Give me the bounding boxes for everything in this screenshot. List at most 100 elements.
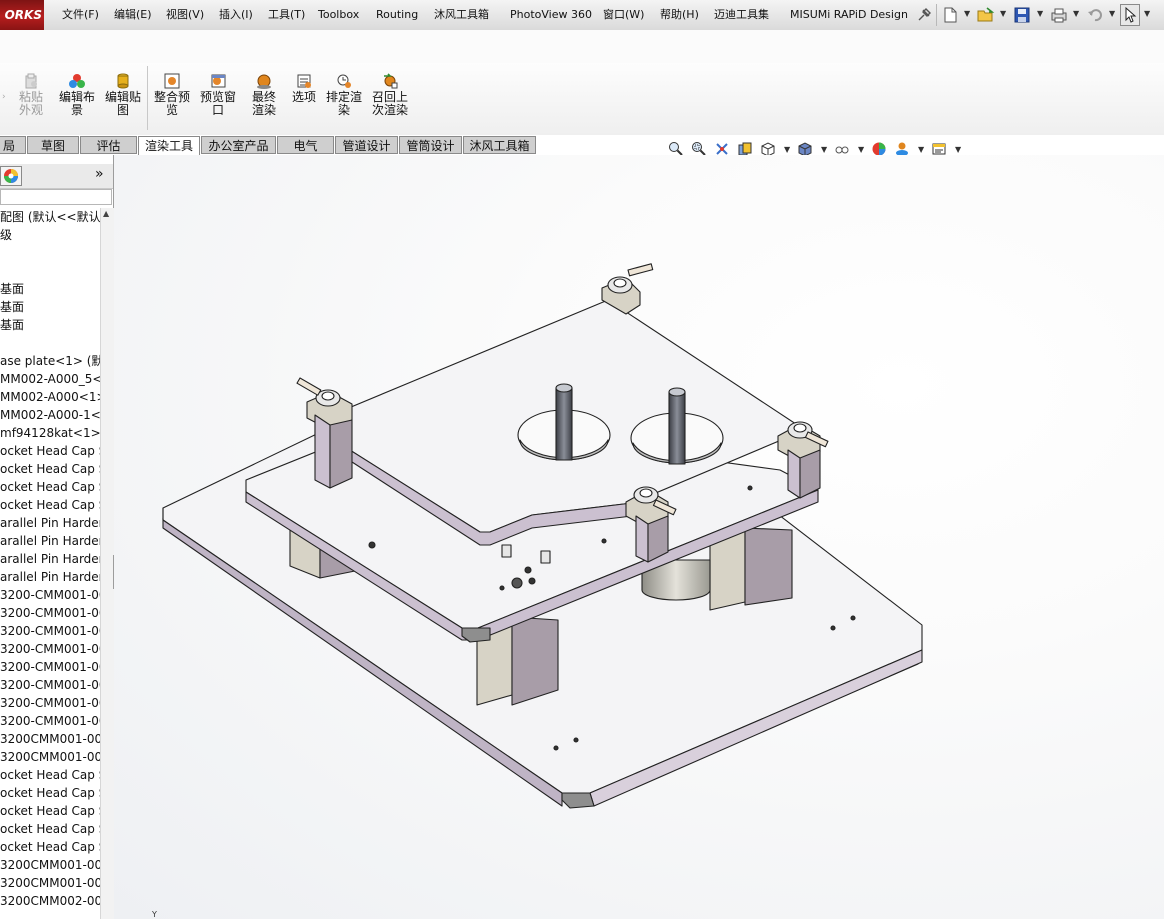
tree-item[interactable]: 基面 bbox=[0, 280, 24, 298]
preview-window-button[interactable]: 预览窗口 bbox=[198, 72, 238, 117]
tree-item[interactable]: mf94128kat<1> ( bbox=[0, 424, 100, 442]
tree-item[interactable]: 3200CMM001-00 bbox=[0, 856, 100, 874]
scroll-up-icon[interactable]: ▲ bbox=[103, 209, 109, 218]
tree-item[interactable]: 3200CMM001-00 bbox=[0, 748, 100, 766]
tree-item[interactable]: ocket Head Cap S bbox=[0, 766, 100, 784]
model-view[interactable]: Y bbox=[114, 155, 1164, 919]
tree-item[interactable]: MM002-A000-1< bbox=[0, 406, 100, 424]
save-icon[interactable] bbox=[1013, 6, 1031, 24]
menu-help[interactable]: 帮助(H) bbox=[660, 0, 699, 30]
edit-decal-button[interactable]: 编辑贴图 bbox=[103, 72, 143, 117]
tree-item[interactable]: ocket Head Cap S bbox=[0, 460, 100, 478]
tree-item[interactable]: 3200CMM001-00 bbox=[0, 874, 100, 892]
tree-filter-input[interactable] bbox=[0, 189, 112, 205]
tree-item[interactable]: ocket Head Cap S bbox=[0, 442, 100, 460]
tree-item[interactable]: 3200CMM002-00 bbox=[0, 892, 100, 910]
tree-item[interactable]: ocket Head Cap S bbox=[0, 478, 100, 496]
menu-misumi[interactable]: MISUMi RAPiD Design bbox=[790, 0, 908, 30]
graphics-area[interactable]: Y bbox=[114, 155, 1164, 919]
tab-office-products[interactable]: 办公室产品 bbox=[201, 136, 276, 154]
tab-layout[interactable]: 局 bbox=[0, 136, 26, 154]
recall-last-render-button[interactable]: 召回上次渲染 bbox=[368, 72, 412, 117]
tree-item[interactable]: 3200CMM001-00 bbox=[0, 730, 100, 748]
schedule-render-button[interactable]: 排定渲染 bbox=[323, 72, 365, 117]
tree-item[interactable]: 3200-CMM001-00 bbox=[0, 712, 100, 730]
locating-pin bbox=[501, 544, 512, 558]
tree-item[interactable]: arallel Pin Harder bbox=[0, 550, 100, 568]
print-icon[interactable] bbox=[1050, 6, 1068, 24]
tab-sketch[interactable]: 草图 bbox=[27, 136, 79, 154]
tree-item[interactable]: 基面 bbox=[0, 316, 24, 334]
tab-mufeng-toolbox[interactable]: 沐风工具箱 bbox=[463, 136, 536, 154]
undo-icon[interactable] bbox=[1086, 6, 1104, 24]
expand-tabs-button[interactable]: » bbox=[95, 166, 104, 182]
ribbon-overflow-arrow[interactable]: › bbox=[2, 92, 6, 102]
tree-item[interactable]: MM002-A000<1> bbox=[0, 388, 100, 406]
display-style-dropdown-icon[interactable]: ▼ bbox=[821, 145, 827, 154]
tree-item[interactable]: ocket Head Cap S bbox=[0, 820, 100, 838]
tree-item[interactable]: 3200-CMM001-00 bbox=[0, 676, 100, 694]
tab-piping[interactable]: 管道设计 bbox=[335, 136, 398, 154]
menu-routing[interactable]: Routing bbox=[376, 0, 418, 30]
tree-item[interactable]: 3200-CMM001-00 bbox=[0, 694, 100, 712]
menu-photoview[interactable]: PhotoView 360 bbox=[510, 0, 592, 30]
tab-electrical[interactable]: 电气 bbox=[277, 136, 334, 154]
tree-item[interactable]: 3200-CMM001-00 bbox=[0, 586, 100, 604]
apply-scene-dropdown-icon[interactable]: ▼ bbox=[918, 145, 924, 154]
menu-edit[interactable]: 编辑(E) bbox=[114, 0, 152, 30]
open-dropdown-icon[interactable]: ▼ bbox=[1000, 9, 1006, 18]
tree-item[interactable]: arallel Pin Harder bbox=[0, 568, 100, 586]
print-dropdown-icon[interactable]: ▼ bbox=[1073, 9, 1079, 18]
integrated-preview-button[interactable]: 整合预览 bbox=[152, 72, 192, 117]
tree-item[interactable]: ocket Head Cap S bbox=[0, 802, 100, 820]
tree-scrollbar[interactable]: ▲ bbox=[100, 208, 114, 919]
tree-item[interactable]: ase plate<1> (默 bbox=[0, 352, 100, 370]
tree-item[interactable]: ocket Head Cap S bbox=[0, 838, 100, 856]
undo-dropdown-icon[interactable]: ▼ bbox=[1109, 9, 1115, 18]
edit-scene-label: 编辑布景 bbox=[58, 90, 95, 117]
pin-icon[interactable] bbox=[915, 6, 933, 24]
tree-item[interactable]: ocket Head Cap S bbox=[0, 784, 100, 802]
menu-toolbox[interactable]: Toolbox bbox=[318, 0, 359, 30]
tab-tubing[interactable]: 管筒设计 bbox=[399, 136, 462, 154]
hide-show-dropdown-icon[interactable]: ▼ bbox=[858, 145, 864, 154]
tree-item[interactable]: 配图 (默认<<默认 bbox=[0, 208, 100, 226]
guide-post-right[interactable] bbox=[668, 387, 686, 465]
tree-item[interactable]: ocket Head Cap S bbox=[0, 496, 100, 514]
tree-item[interactable]: 3200-CMM001-00 bbox=[0, 658, 100, 676]
view-orientation-dropdown-icon[interactable]: ▼ bbox=[784, 145, 790, 154]
new-dropdown-icon[interactable]: ▼ bbox=[964, 9, 970, 18]
select-button[interactable] bbox=[1120, 4, 1140, 26]
support-block-side bbox=[744, 527, 793, 606]
tree-item[interactable]: arallel Pin Harder bbox=[0, 532, 100, 550]
tree-item[interactable]: MM002-A000_5< bbox=[0, 370, 100, 388]
tree-item[interactable]: arallel Pin Harder bbox=[0, 514, 100, 532]
tree-item[interactable]: 级 bbox=[0, 226, 12, 244]
edit-scene-button[interactable]: 编辑布景 bbox=[57, 72, 97, 117]
menu-mufeng-toolbox[interactable]: 沐风工具箱 bbox=[434, 0, 489, 30]
clamp-screw-head bbox=[639, 488, 653, 498]
tree-item[interactable]: 基面 bbox=[0, 298, 24, 316]
options-button[interactable]: 选项 bbox=[288, 72, 320, 104]
save-dropdown-icon[interactable]: ▼ bbox=[1037, 9, 1043, 18]
paste-appearance-button[interactable]: 粘贴外观 bbox=[11, 72, 51, 117]
menu-tools[interactable]: 工具(T) bbox=[268, 0, 305, 30]
solidworks-logo[interactable]: ORKS bbox=[0, 0, 44, 30]
menu-maidi-tools[interactable]: 迈迪工具集 bbox=[714, 0, 769, 30]
tree-item[interactable]: 3200-CMM001-00 bbox=[0, 622, 100, 640]
final-render-button[interactable]: 最终渲染 bbox=[244, 72, 284, 117]
tree-item[interactable]: 3200-CMM001-00 bbox=[0, 604, 100, 622]
menu-file[interactable]: 文件(F) bbox=[62, 0, 99, 30]
menu-window[interactable]: 窗口(W) bbox=[603, 0, 644, 30]
tab-display-manager[interactable] bbox=[0, 166, 22, 186]
menu-insert[interactable]: 插入(I) bbox=[219, 0, 253, 30]
open-folder-icon[interactable] bbox=[977, 6, 995, 24]
tab-evaluate[interactable]: 评估 bbox=[80, 136, 137, 154]
tree-item[interactable]: 3200-CMM001-00 bbox=[0, 640, 100, 658]
new-document-icon[interactable] bbox=[941, 6, 959, 24]
menu-view[interactable]: 视图(V) bbox=[166, 0, 204, 30]
guide-post-left[interactable] bbox=[555, 383, 573, 461]
select-dropdown-icon[interactable]: ▼ bbox=[1144, 9, 1150, 18]
view-settings-dropdown-icon[interactable]: ▼ bbox=[955, 145, 961, 154]
tab-render-tools[interactable]: 渲染工具 bbox=[138, 136, 200, 156]
